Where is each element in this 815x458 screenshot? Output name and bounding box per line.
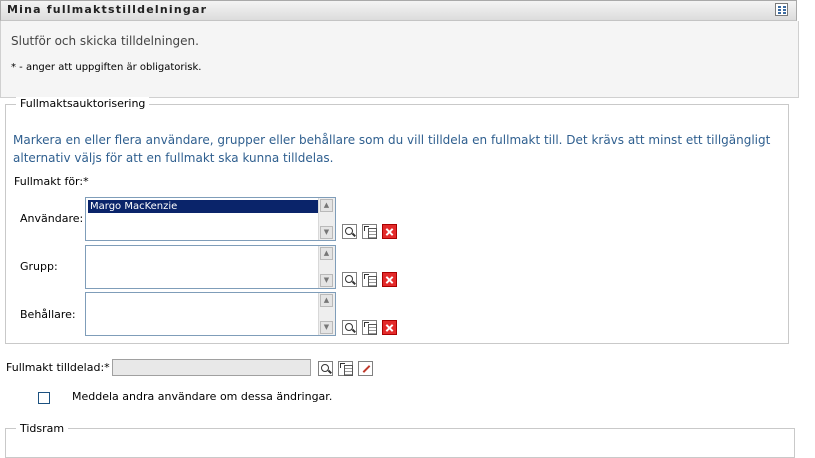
required-note: * - anger att uppgiften är obligatorisk. xyxy=(11,62,202,73)
scroll-down-icon[interactable]: ▼ xyxy=(320,321,333,334)
timeframe-legend: Tidsram xyxy=(16,422,69,435)
scroll-down-icon[interactable]: ▼ xyxy=(320,226,333,239)
window-titlebar: Mina fullmaktstilldelningar xyxy=(0,0,797,21)
scroll-down-icon[interactable]: ▼ xyxy=(320,274,333,287)
notify-checkbox[interactable] xyxy=(38,392,50,404)
users-clear-icon[interactable] xyxy=(382,224,397,239)
layout-menu-icon[interactable] xyxy=(775,3,788,16)
group-listbox[interactable]: ▲ ▼ xyxy=(85,245,336,289)
containers-search-icon[interactable] xyxy=(342,320,357,335)
containers-clear-icon[interactable] xyxy=(382,320,397,335)
timeframe-section: Tidsram xyxy=(5,422,795,458)
notify-label: Meddela andra användare om dessa ändring… xyxy=(72,390,333,403)
users-listbox[interactable]: Margo MacKenzie ▲ ▼ xyxy=(85,197,336,241)
assigned-edit-icon[interactable] xyxy=(358,361,373,376)
window-title: Mina fullmaktstilldelningar xyxy=(7,3,208,16)
proxy-for-label: Fullmakt för:* xyxy=(14,175,89,188)
proxy-assigned-input[interactable] xyxy=(112,359,311,376)
users-label: Användare: xyxy=(20,212,84,225)
section-legend: Fullmaktsauktorisering xyxy=(16,97,150,110)
scroll-up-icon[interactable]: ▲ xyxy=(320,199,333,212)
instructions-text: Markera en eller flera användare, gruppe… xyxy=(13,133,771,165)
group-clear-icon[interactable] xyxy=(382,272,397,287)
form-header: Slutför och skicka tilldelningen. * - an… xyxy=(0,21,799,98)
containers-listbox[interactable]: ▲ ▼ xyxy=(85,292,336,336)
containers-history-icon[interactable] xyxy=(362,320,377,335)
users-search-icon[interactable] xyxy=(342,224,357,239)
assigned-search-icon[interactable] xyxy=(318,361,333,376)
scroll-up-icon[interactable]: ▲ xyxy=(320,294,333,307)
containers-label: Behållare: xyxy=(20,308,76,321)
scroll-up-icon[interactable]: ▲ xyxy=(320,247,333,260)
users-history-icon[interactable] xyxy=(362,224,377,239)
group-search-icon[interactable] xyxy=(342,272,357,287)
assigned-history-icon[interactable] xyxy=(338,361,353,376)
group-scrollbar[interactable]: ▲ ▼ xyxy=(318,246,335,288)
proxy-authorization-section: Fullmaktsauktorisering Markera en eller … xyxy=(5,97,789,344)
users-scrollbar[interactable]: ▲ ▼ xyxy=(318,198,335,240)
listbox-item[interactable]: Margo MacKenzie xyxy=(88,200,318,213)
group-history-icon[interactable] xyxy=(362,272,377,287)
proxy-assigned-label: Fullmakt tilldelad:* xyxy=(6,361,110,374)
group-label: Grupp: xyxy=(20,260,58,273)
containers-scrollbar[interactable]: ▲ ▼ xyxy=(318,293,335,335)
form-subtitle: Slutför och skicka tilldelningen. xyxy=(11,34,199,48)
